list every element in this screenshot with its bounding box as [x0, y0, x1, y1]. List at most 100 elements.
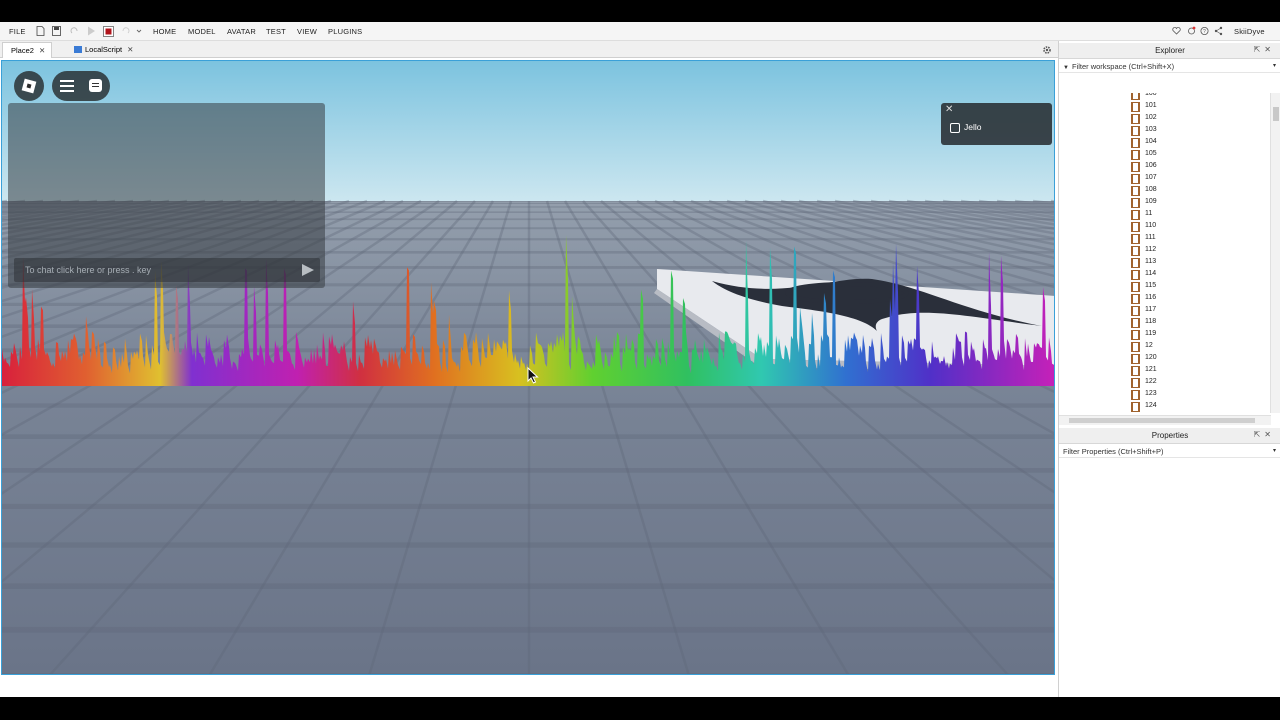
topbar-menu — [52, 71, 110, 101]
close-icon[interactable]: ✕ — [127, 45, 133, 54]
tree-item-label: 113 — [1145, 258, 1157, 265]
close-icon[interactable]: ✕ — [945, 104, 953, 115]
roblox-menu-button[interactable] — [14, 71, 44, 101]
part-icon — [1131, 306, 1140, 316]
menu-plugins[interactable]: PLUGINS — [328, 27, 362, 36]
game-viewport[interactable]: To chat click here or press . key ✕ Jell… — [1, 60, 1055, 675]
music-icon — [950, 123, 960, 133]
help-icon[interactable]: ? — [1200, 26, 1209, 36]
part-icon — [1131, 366, 1140, 376]
explorer-filter-text: Filter workspace (Ctrl+Shift+X) — [1071, 62, 1175, 71]
menu-bar: FILE HOME MODEL AVATAR TEST VIEW PLUGINS… — [0, 22, 1280, 41]
roblox-logo-icon — [21, 78, 37, 94]
undo-icon[interactable] — [121, 26, 130, 36]
tab-label: Place2 — [11, 46, 34, 55]
chat-placeholder: To chat click here or press . key — [25, 265, 152, 275]
share-icon[interactable] — [1214, 26, 1223, 36]
tree-item-label: 114 — [1145, 270, 1157, 277]
part-icon — [1131, 222, 1140, 232]
tree-item-label: 105 — [1145, 150, 1157, 157]
chevron-down-icon[interactable]: ▾ — [1273, 62, 1276, 69]
properties-title: Properties — [1151, 431, 1189, 440]
part-icon — [1131, 114, 1140, 124]
menu-model[interactable]: MODEL — [188, 27, 216, 36]
part-icon — [1131, 198, 1140, 208]
tree-item-label: 124 — [1145, 402, 1157, 409]
tree-item-label: 106 — [1145, 162, 1157, 169]
explorer-horizontal-scrollbar[interactable] — [1059, 415, 1271, 425]
tab-place2[interactable]: Place2 ✕ — [2, 42, 53, 58]
screen-frame: FILE HOME MODEL AVATAR TEST VIEW PLUGINS… — [0, 0, 1280, 720]
tree-item-label: 118 — [1145, 318, 1157, 325]
heart-icon[interactable] — [1172, 26, 1181, 36]
tree-item-label: 122 — [1145, 378, 1157, 385]
part-icon — [1131, 246, 1140, 256]
close-icon[interactable]: ✕ — [39, 46, 45, 55]
user-name[interactable]: SkiiDyve — [1234, 27, 1265, 36]
tab-localscript[interactable]: LocalScript ✕ — [66, 42, 139, 58]
tree-item-label: 108 — [1145, 186, 1157, 193]
tree-item-label: 117 — [1145, 306, 1157, 313]
tree-item-label: 116 — [1145, 294, 1157, 301]
chevron-down-icon[interactable] — [136, 26, 142, 36]
chat-input[interactable]: To chat click here or press . key — [14, 258, 320, 282]
new-file-icon[interactable] — [36, 26, 45, 36]
tree-item-label: 111 — [1145, 234, 1156, 241]
part-icon — [1131, 378, 1140, 388]
part-icon — [1131, 186, 1140, 196]
tree-item-label: 104 — [1145, 138, 1157, 145]
chevron-down-icon[interactable]: ▾ — [1273, 447, 1276, 454]
menu-test[interactable]: TEST — [266, 27, 286, 36]
part-icon — [1131, 102, 1140, 112]
tree-item-label: 115 — [1145, 282, 1157, 289]
play-icon[interactable] — [87, 26, 96, 36]
stop-icon[interactable] — [103, 26, 114, 37]
notification-text: Jello — [964, 122, 982, 132]
panel-buttons[interactable]: ⇱✕ — [1254, 45, 1275, 54]
tree-item-label: 107 — [1145, 174, 1157, 181]
tree-item-label: 100 — [1145, 93, 1157, 97]
menu-home[interactable]: HOME — [153, 27, 176, 36]
filter-icon: ▼ — [1063, 65, 1069, 71]
tree-item-label: 109 — [1145, 198, 1157, 205]
part-icon — [1131, 318, 1140, 328]
part-icon — [1131, 234, 1140, 244]
tree-item-label: 119 — [1145, 330, 1157, 337]
refresh-icon[interactable] — [1187, 26, 1196, 36]
explorer-filter[interactable]: ▼ Filter workspace (Ctrl+Shift+X) ▾ — [1059, 60, 1280, 73]
tree-item-label: 12 — [1145, 342, 1153, 349]
properties-filter[interactable]: Filter Properties (Ctrl+Shift+P) ▾ — [1059, 445, 1280, 458]
redo-icon[interactable] — [70, 26, 79, 36]
part-icon — [1131, 342, 1140, 352]
save-icon[interactable] — [52, 26, 61, 36]
hamburger-icon[interactable] — [60, 80, 74, 92]
send-icon[interactable] — [302, 264, 314, 276]
menu-file[interactable]: FILE — [9, 27, 26, 36]
menu-avatar[interactable]: AVATAR — [227, 27, 256, 36]
menu-view[interactable]: VIEW — [297, 27, 317, 36]
tree-item-label: 103 — [1145, 126, 1157, 133]
part-icon — [1131, 258, 1140, 268]
part-icon — [1131, 282, 1140, 292]
chat-icon[interactable] — [89, 79, 102, 92]
part-icon — [1131, 354, 1140, 364]
tab-label: LocalScript — [85, 45, 123, 54]
part-icon — [1131, 150, 1140, 160]
part-icon — [1131, 402, 1140, 412]
part-icon — [1131, 210, 1140, 220]
right-dock: Explorer ⇱✕ ▼ Filter workspace (Ctrl+Shif… — [1058, 41, 1280, 697]
part-icon — [1131, 294, 1140, 304]
explorer-title: Explorer — [1155, 46, 1185, 55]
panel-buttons[interactable]: ⇱✕ — [1254, 430, 1275, 439]
part-icon — [1131, 93, 1140, 100]
tab-bar: Place2 ✕ LocalScript ✕ — [0, 41, 1058, 58]
properties-filter-text: Filter Properties (Ctrl+Shift+P) — [1063, 447, 1164, 456]
explorer-vertical-scrollbar[interactable] — [1270, 93, 1280, 413]
explorer-header: Explorer ⇱✕ — [1059, 43, 1280, 59]
mouse-cursor-icon — [527, 367, 539, 384]
tree-item-label: 110 — [1145, 222, 1157, 229]
tree-item-label: 102 — [1145, 114, 1157, 121]
gear-icon[interactable] — [1042, 45, 1052, 55]
svg-text:?: ? — [1203, 29, 1206, 35]
tree-item-label: 11 — [1145, 210, 1153, 217]
